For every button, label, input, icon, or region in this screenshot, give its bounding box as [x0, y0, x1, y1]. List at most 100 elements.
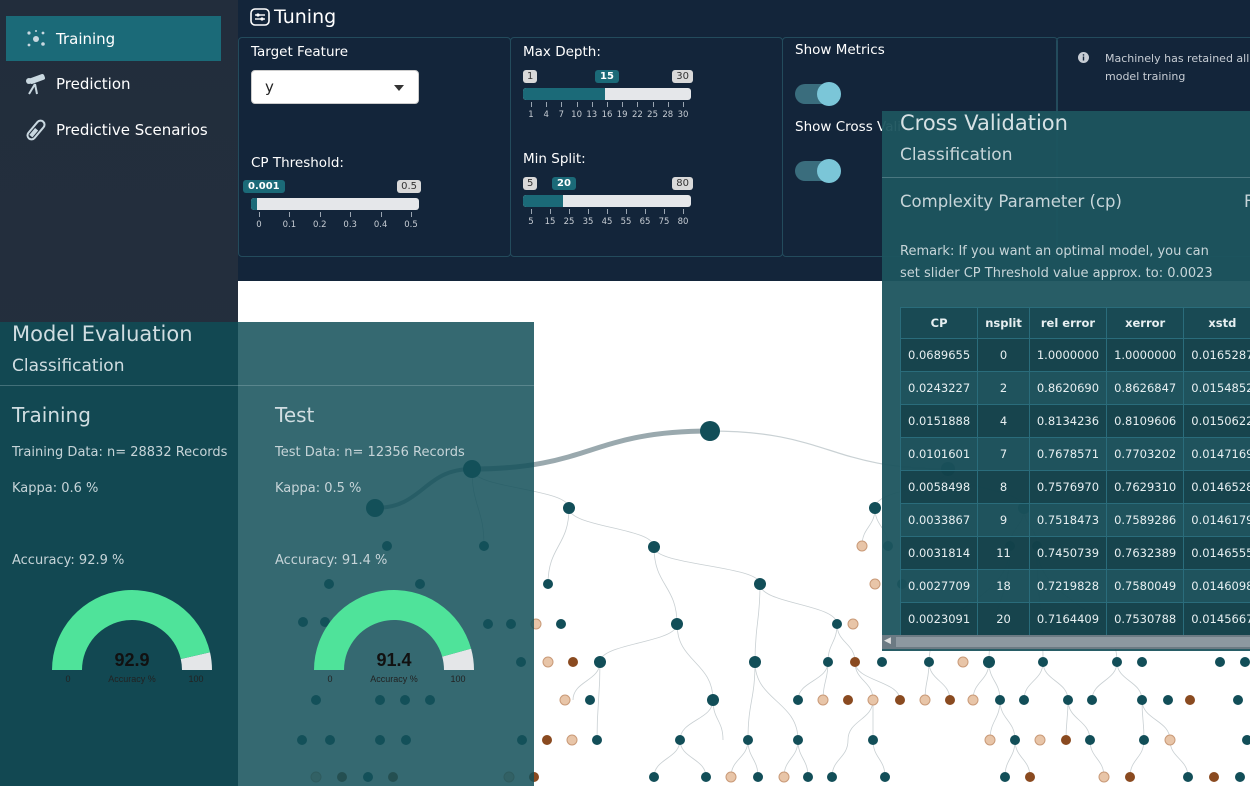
tree-node[interactable]: [1235, 772, 1245, 782]
tree-node[interactable]: [725, 771, 737, 783]
test-tube-icon: [22, 118, 50, 142]
show-cross-validation-toggle[interactable]: [795, 159, 841, 183]
max-depth-slider[interactable]: 1 15 30 1 4 7 10 13 16 19 22 25 28 30: [523, 70, 693, 140]
tree-node[interactable]: [1025, 772, 1035, 782]
tree-node[interactable]: [1010, 735, 1020, 745]
tree-node[interactable]: [753, 772, 763, 782]
tree-node[interactable]: [1034, 734, 1046, 746]
tree-node[interactable]: [843, 695, 853, 705]
tree-node[interactable]: [919, 694, 931, 706]
tree-node[interactable]: [542, 735, 552, 745]
tree-node[interactable]: [793, 695, 803, 705]
tree-node[interactable]: [542, 656, 554, 668]
tree-node[interactable]: [556, 619, 566, 629]
table-cell: 1.0000000: [1028, 338, 1108, 372]
slider-track[interactable]: [251, 198, 419, 210]
tree-node[interactable]: [1137, 657, 1147, 667]
slider-track[interactable]: [523, 88, 691, 100]
tree-node[interactable]: [1112, 657, 1122, 667]
tree-node[interactable]: [850, 657, 860, 667]
tree-node[interactable]: [827, 772, 837, 782]
sidebar-item-training[interactable]: Training: [6, 16, 221, 61]
tree-node[interactable]: [957, 656, 969, 668]
tree-node[interactable]: [817, 694, 829, 706]
tree-node[interactable]: [649, 772, 659, 782]
tree-node[interactable]: [1209, 772, 1219, 782]
tree-node[interactable]: [877, 657, 887, 667]
tree-node[interactable]: [1087, 695, 1097, 705]
min-split-slider[interactable]: 5 20 80 5 15 25 35 45 55 65 75 80: [523, 177, 693, 247]
tree-node[interactable]: [1215, 657, 1225, 667]
tree-node[interactable]: [924, 657, 934, 667]
tree-node[interactable]: [1183, 772, 1193, 782]
tree-node[interactable]: [568, 657, 578, 667]
tree-node[interactable]: [1137, 695, 1147, 705]
tree-edge: [759, 583, 838, 625]
tree-node[interactable]: [754, 578, 766, 590]
tree-node[interactable]: [707, 694, 719, 706]
cv-section-title: Complexity Parameter (cp): [900, 192, 1122, 211]
tree-node[interactable]: [585, 695, 595, 705]
tree-node[interactable]: [995, 695, 1005, 705]
tree-node[interactable]: [793, 735, 803, 745]
tree-node[interactable]: [945, 695, 955, 705]
tree-node[interactable]: [592, 735, 602, 745]
tree-node[interactable]: [1085, 735, 1095, 745]
tree-node[interactable]: [856, 540, 868, 552]
tree-node[interactable]: [1063, 695, 1073, 705]
target-feature-select[interactable]: y: [251, 70, 419, 104]
tree-node[interactable]: [869, 578, 881, 590]
tree-node[interactable]: [1163, 695, 1173, 705]
tree-node[interactable]: [1240, 657, 1250, 667]
tree-node[interactable]: [1164, 734, 1176, 746]
scroll-left-icon[interactable]: ◀: [884, 636, 891, 646]
tree-edge: [653, 546, 761, 585]
tree-node[interactable]: [1233, 695, 1243, 705]
tree-node[interactable]: [1038, 657, 1048, 667]
table-cell: 0.7703202: [1106, 437, 1185, 471]
tree-node[interactable]: [832, 619, 842, 629]
tree-node[interactable]: [1000, 772, 1010, 782]
tree-node[interactable]: [543, 579, 553, 589]
tree-node[interactable]: [559, 694, 571, 706]
tree-node[interactable]: [743, 735, 753, 745]
tree-node[interactable]: [1185, 695, 1195, 705]
tree-node[interactable]: [749, 656, 761, 668]
tree-node[interactable]: [869, 502, 881, 514]
tree-node[interactable]: [984, 734, 996, 746]
tree-node[interactable]: [675, 735, 685, 745]
tree-node[interactable]: [671, 618, 683, 630]
cp-threshold-slider[interactable]: 0.001 0.5 0 0.1 0.2 0.3 0.4 0.5: [243, 180, 421, 250]
table-cell: 11: [977, 536, 1030, 570]
tree-edge: [679, 699, 714, 741]
tree-node[interactable]: [1098, 771, 1110, 783]
tree-node[interactable]: [983, 656, 995, 668]
tree-node[interactable]: [1242, 735, 1250, 745]
tree-node[interactable]: [563, 502, 575, 514]
sidebar-item-prediction[interactable]: Prediction: [6, 61, 221, 106]
tree-edge: [854, 661, 901, 701]
tree-node[interactable]: [1139, 735, 1149, 745]
tree-node[interactable]: [1019, 695, 1029, 705]
sidebar-item-predictive-scenarios[interactable]: Predictive Scenarios: [6, 107, 221, 152]
tree-node[interactable]: [566, 734, 578, 746]
tree-node[interactable]: [880, 772, 890, 782]
tree-node[interactable]: [594, 656, 606, 668]
tree-node[interactable]: [701, 772, 711, 782]
slider-track[interactable]: [523, 195, 691, 207]
tree-node[interactable]: [1125, 772, 1135, 782]
tree-node[interactable]: [867, 694, 879, 706]
tree-node[interactable]: [700, 421, 720, 441]
tree-node[interactable]: [648, 541, 660, 553]
table-horizontal-scrollbar[interactable]: ◀: [882, 635, 1250, 649]
tree-node[interactable]: [967, 694, 979, 706]
tree-node[interactable]: [778, 771, 790, 783]
tree-node[interactable]: [1061, 735, 1071, 745]
tree-node[interactable]: [823, 657, 833, 667]
tree-node[interactable]: [847, 618, 859, 630]
scrollbar-thumb[interactable]: [896, 637, 1250, 647]
tree-node[interactable]: [803, 772, 813, 782]
tree-node[interactable]: [895, 695, 905, 705]
show-metrics-toggle[interactable]: [795, 82, 841, 106]
tree-node[interactable]: [868, 735, 878, 745]
